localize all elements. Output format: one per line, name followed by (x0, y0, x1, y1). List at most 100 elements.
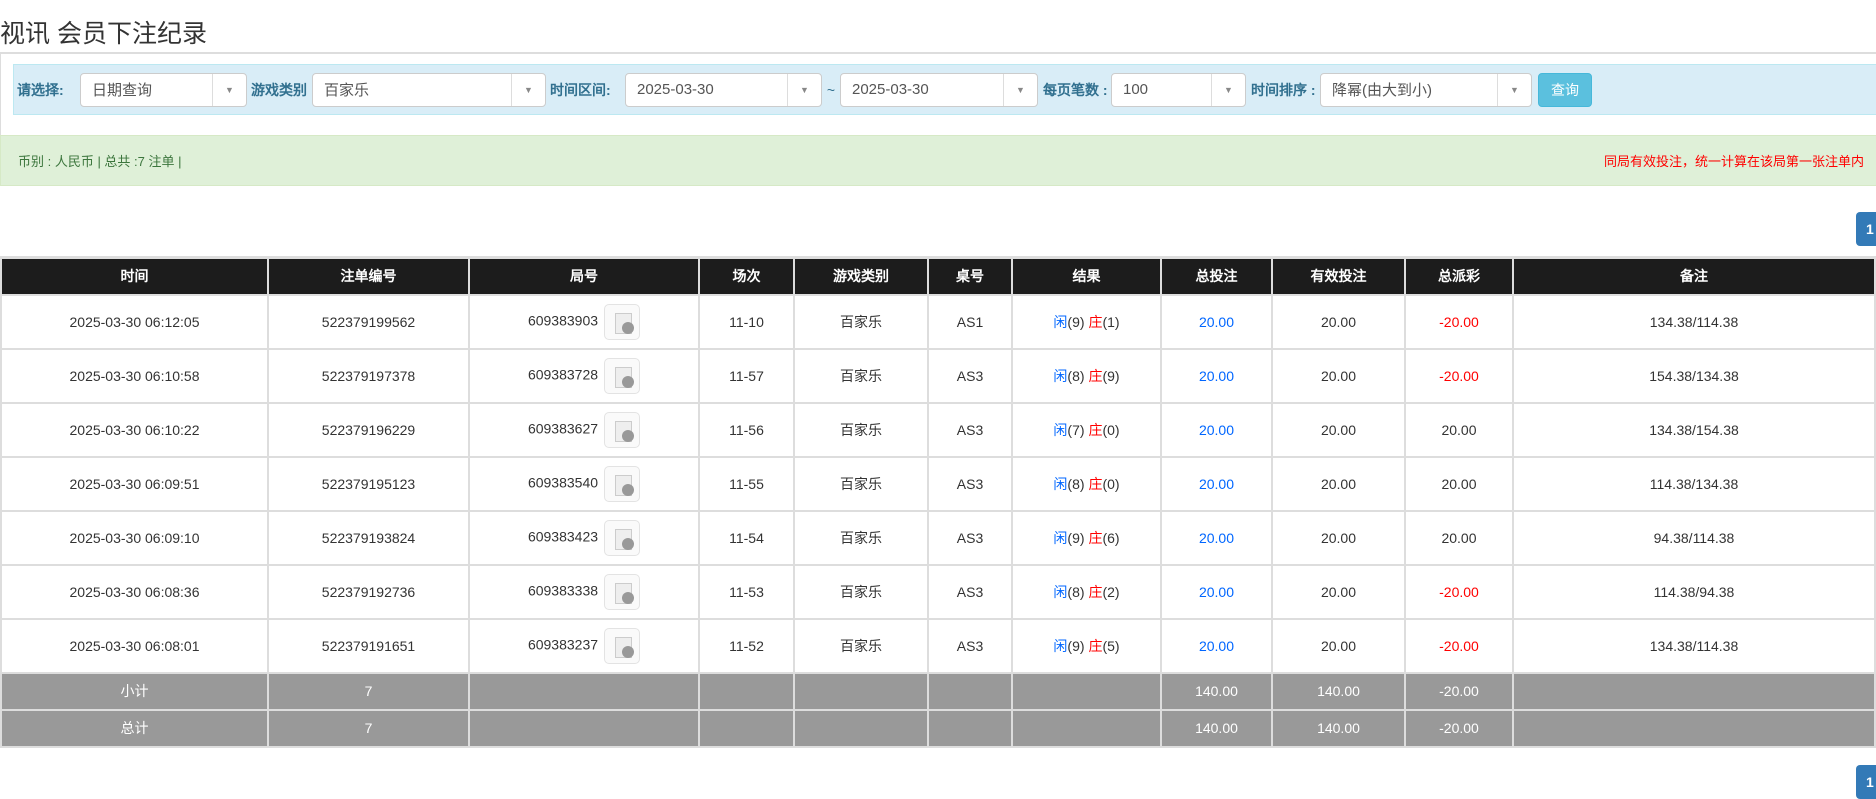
column-header: 桌号 (927, 256, 1013, 296)
summary-text: 币别 : 人民币 | 总共 :7 注单 | (18, 154, 182, 169)
banker-value: (6) (1102, 529, 1120, 546)
player-label: 闲 (1053, 313, 1068, 330)
chevron-down-icon: ▼ (511, 73, 545, 106)
cell-table: AS3 (927, 401, 1013, 458)
video-replay-icon[interactable] (604, 411, 641, 448)
player-value: (9) (1067, 529, 1085, 546)
cell-time: 2025-03-30 06:08:01 (0, 617, 269, 674)
cell-game: 百家乐 (793, 347, 929, 404)
per-page-label: 每页笔数 : (1043, 81, 1108, 98)
table-row: 2025-03-30 06:08:01 522379191651 60938323… (0, 617, 1876, 674)
player-value: (7) (1067, 421, 1085, 438)
column-header: 局号 (468, 256, 700, 296)
cell-result: 闲(9) 庄(6) (1011, 509, 1162, 566)
cell-result: 闲(8) 庄(2) (1011, 563, 1162, 620)
video-replay-icon[interactable] (604, 627, 641, 664)
column-header: 游戏类别 (793, 256, 929, 296)
sort-value: 降幂(由大到小) (1332, 82, 1432, 99)
table-row: 2025-03-30 06:09:10 522379193824 60938342… (0, 509, 1876, 566)
cell-table: AS3 (927, 509, 1013, 566)
total-payout: -20.00 (1404, 708, 1514, 748)
per-page-select[interactable]: 100 ▼ (1111, 72, 1246, 107)
date-from-select[interactable]: 2025-03-30 ▼ (625, 72, 822, 107)
game-type-select[interactable]: 百家乐 ▼ (312, 72, 546, 107)
cell-bet: 20.00 (1160, 401, 1273, 458)
cell-table: AS3 (927, 347, 1013, 404)
video-replay-icon[interactable] (604, 303, 641, 340)
game-type-value: 百家乐 (324, 82, 370, 99)
cell-valid: 20.00 (1271, 401, 1406, 458)
cell-note: 134.38/114.38 (1512, 293, 1876, 350)
round-number: 609383903 (527, 312, 599, 329)
empty-cell (698, 671, 795, 711)
cell-session: 11-55 (698, 455, 795, 512)
cell-id: 522379196229 (267, 401, 470, 458)
column-header: 时间 (0, 256, 269, 296)
player-value: (8) (1067, 367, 1085, 384)
total-bet: 140.00 (1160, 708, 1273, 748)
cell-payout: -20.00 (1404, 347, 1514, 404)
cell-session: 11-52 (698, 617, 795, 674)
player-label: 闲 (1053, 637, 1068, 654)
time-range-label: 时间区间: (550, 81, 611, 98)
cell-game: 百家乐 (793, 563, 929, 620)
subtotal-valid: 140.00 (1271, 671, 1406, 711)
cell-payout: -20.00 (1404, 563, 1514, 620)
cell-payout: 20.00 (1404, 509, 1514, 566)
cell-note: 154.38/134.38 (1512, 347, 1876, 404)
cell-id: 522379192736 (267, 563, 470, 620)
cell-result: 闲(9) 庄(1) (1011, 293, 1162, 350)
cell-table: AS3 (927, 455, 1013, 512)
date-to-select[interactable]: 2025-03-30 ▼ (840, 72, 1038, 107)
empty-cell (1011, 671, 1162, 711)
query-button[interactable]: 查询 (1538, 72, 1592, 107)
banker-label: 庄 (1088, 367, 1103, 384)
empty-cell (927, 671, 1013, 711)
cell-bet: 20.00 (1160, 455, 1273, 512)
column-header: 结果 (1011, 256, 1162, 296)
column-header: 总投注 (1160, 256, 1273, 296)
cell-session: 11-53 (698, 563, 795, 620)
query-type-value: 日期查询 (92, 82, 153, 99)
cell-session: 11-56 (698, 401, 795, 458)
video-replay-icon[interactable] (604, 357, 641, 394)
filter-bar: 请选择: 日期查询 ▼ 游戏类别 百家乐 ▼ 时间区间: 2025-03-30 ▼ ~… (13, 64, 1876, 115)
sort-label: 时间排序 : (1251, 81, 1316, 98)
cell-valid: 20.00 (1271, 617, 1406, 674)
empty-cell (468, 708, 700, 748)
table-row: 2025-03-30 06:12:05 522379199562 60938390… (0, 293, 1876, 350)
banker-value: (0) (1102, 421, 1120, 438)
total-row: 总计 7 140.00 140.00 -20.00 (0, 708, 1876, 748)
sort-select[interactable]: 降幂(由大到小) ▼ (1320, 72, 1532, 107)
cell-bet: 20.00 (1160, 509, 1273, 566)
banker-label: 庄 (1088, 475, 1103, 492)
pagination-page-top[interactable]: 1 (1856, 212, 1876, 246)
column-header: 总派彩 (1404, 256, 1514, 296)
cell-result: 闲(9) 庄(5) (1011, 617, 1162, 674)
table-row: 2025-03-30 06:10:22 522379196229 60938362… (0, 401, 1876, 458)
pagination-page-bottom[interactable]: 1 (1856, 765, 1876, 799)
cell-payout: -20.00 (1404, 293, 1514, 350)
video-replay-icon[interactable] (604, 465, 641, 502)
cell-round: 609383338 (468, 563, 700, 620)
cell-result: 闲(8) 庄(9) (1011, 347, 1162, 404)
round-number: 609383237 (527, 636, 599, 653)
total-label: 总计 (0, 708, 269, 748)
empty-cell (793, 708, 929, 748)
filter-panel: 请选择: 日期查询 ▼ 游戏类别 百家乐 ▼ 时间区间: 2025-03-30 ▼ ~… (0, 52, 1876, 135)
query-type-select[interactable]: 日期查询 ▼ (80, 72, 247, 107)
video-replay-icon[interactable] (604, 519, 641, 556)
cell-id: 522379193824 (267, 509, 470, 566)
cell-note: 94.38/114.38 (1512, 509, 1876, 566)
game-type-label: 游戏类别 (251, 81, 307, 98)
player-label: 闲 (1053, 367, 1068, 384)
cell-note: 134.38/114.38 (1512, 617, 1876, 674)
player-value: (9) (1067, 637, 1085, 654)
banker-label: 庄 (1088, 637, 1103, 654)
banker-value: (5) (1102, 637, 1120, 654)
cell-time: 2025-03-30 06:09:51 (0, 455, 269, 512)
video-replay-icon[interactable] (604, 573, 641, 610)
summary-alert: 币别 : 人民币 | 总共 :7 注单 | 同局有效投注，统一计算在该局第一张注… (0, 135, 1876, 186)
player-label: 闲 (1053, 475, 1068, 492)
cell-id: 522379199562 (267, 293, 470, 350)
